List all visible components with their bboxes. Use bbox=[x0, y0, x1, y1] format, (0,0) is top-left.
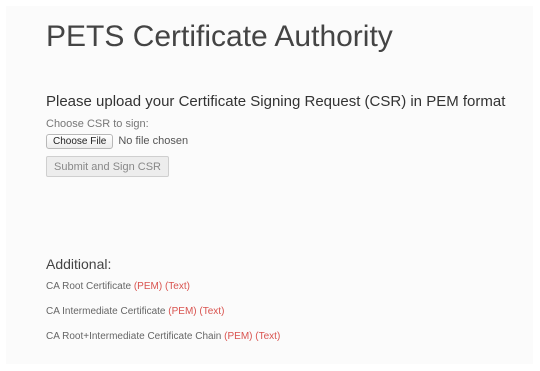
ca-intermediate-certificate-row: CA Intermediate Certificate (PEM) (Text) bbox=[46, 306, 224, 317]
ca-root-text-link[interactable]: (Text) bbox=[165, 281, 190, 292]
ca-intermediate-pem-link[interactable]: (PEM) bbox=[168, 306, 196, 317]
ca-root-certificate-row: CA Root Certificate (PEM) (Text) bbox=[46, 281, 190, 292]
ca-intermediate-text-link[interactable]: (Text) bbox=[199, 306, 224, 317]
choose-file-button[interactable]: Choose File bbox=[46, 133, 114, 149]
upload-heading: Please upload your Certificate Signing R… bbox=[46, 93, 506, 110]
ca-chain-pem-link[interactable]: (PEM) bbox=[224, 331, 252, 342]
page-title: PETS Certificate Authority bbox=[46, 20, 393, 53]
ca-chain-text-link[interactable]: (Text) bbox=[255, 331, 280, 342]
choose-csr-label: Choose CSR to sign: bbox=[46, 118, 149, 130]
ca-root-pem-link[interactable]: (PEM) bbox=[134, 281, 162, 292]
page-container: PETS Certificate Authority Please upload… bbox=[6, 6, 533, 364]
ca-chain-certificate-row: CA Root+Intermediate Certificate Chain (… bbox=[46, 331, 280, 342]
file-input[interactable]: Choose File No file chosen bbox=[46, 133, 188, 149]
additional-heading: Additional: bbox=[46, 256, 112, 272]
ca-intermediate-certificate-label: CA Intermediate Certificate bbox=[46, 306, 166, 317]
file-status-text: No file chosen bbox=[118, 135, 189, 147]
ca-chain-certificate-label: CA Root+Intermediate Certificate Chain bbox=[46, 331, 222, 342]
ca-root-certificate-label: CA Root Certificate bbox=[46, 281, 132, 292]
submit-sign-csr-button[interactable]: Submit and Sign CSR bbox=[46, 156, 169, 177]
